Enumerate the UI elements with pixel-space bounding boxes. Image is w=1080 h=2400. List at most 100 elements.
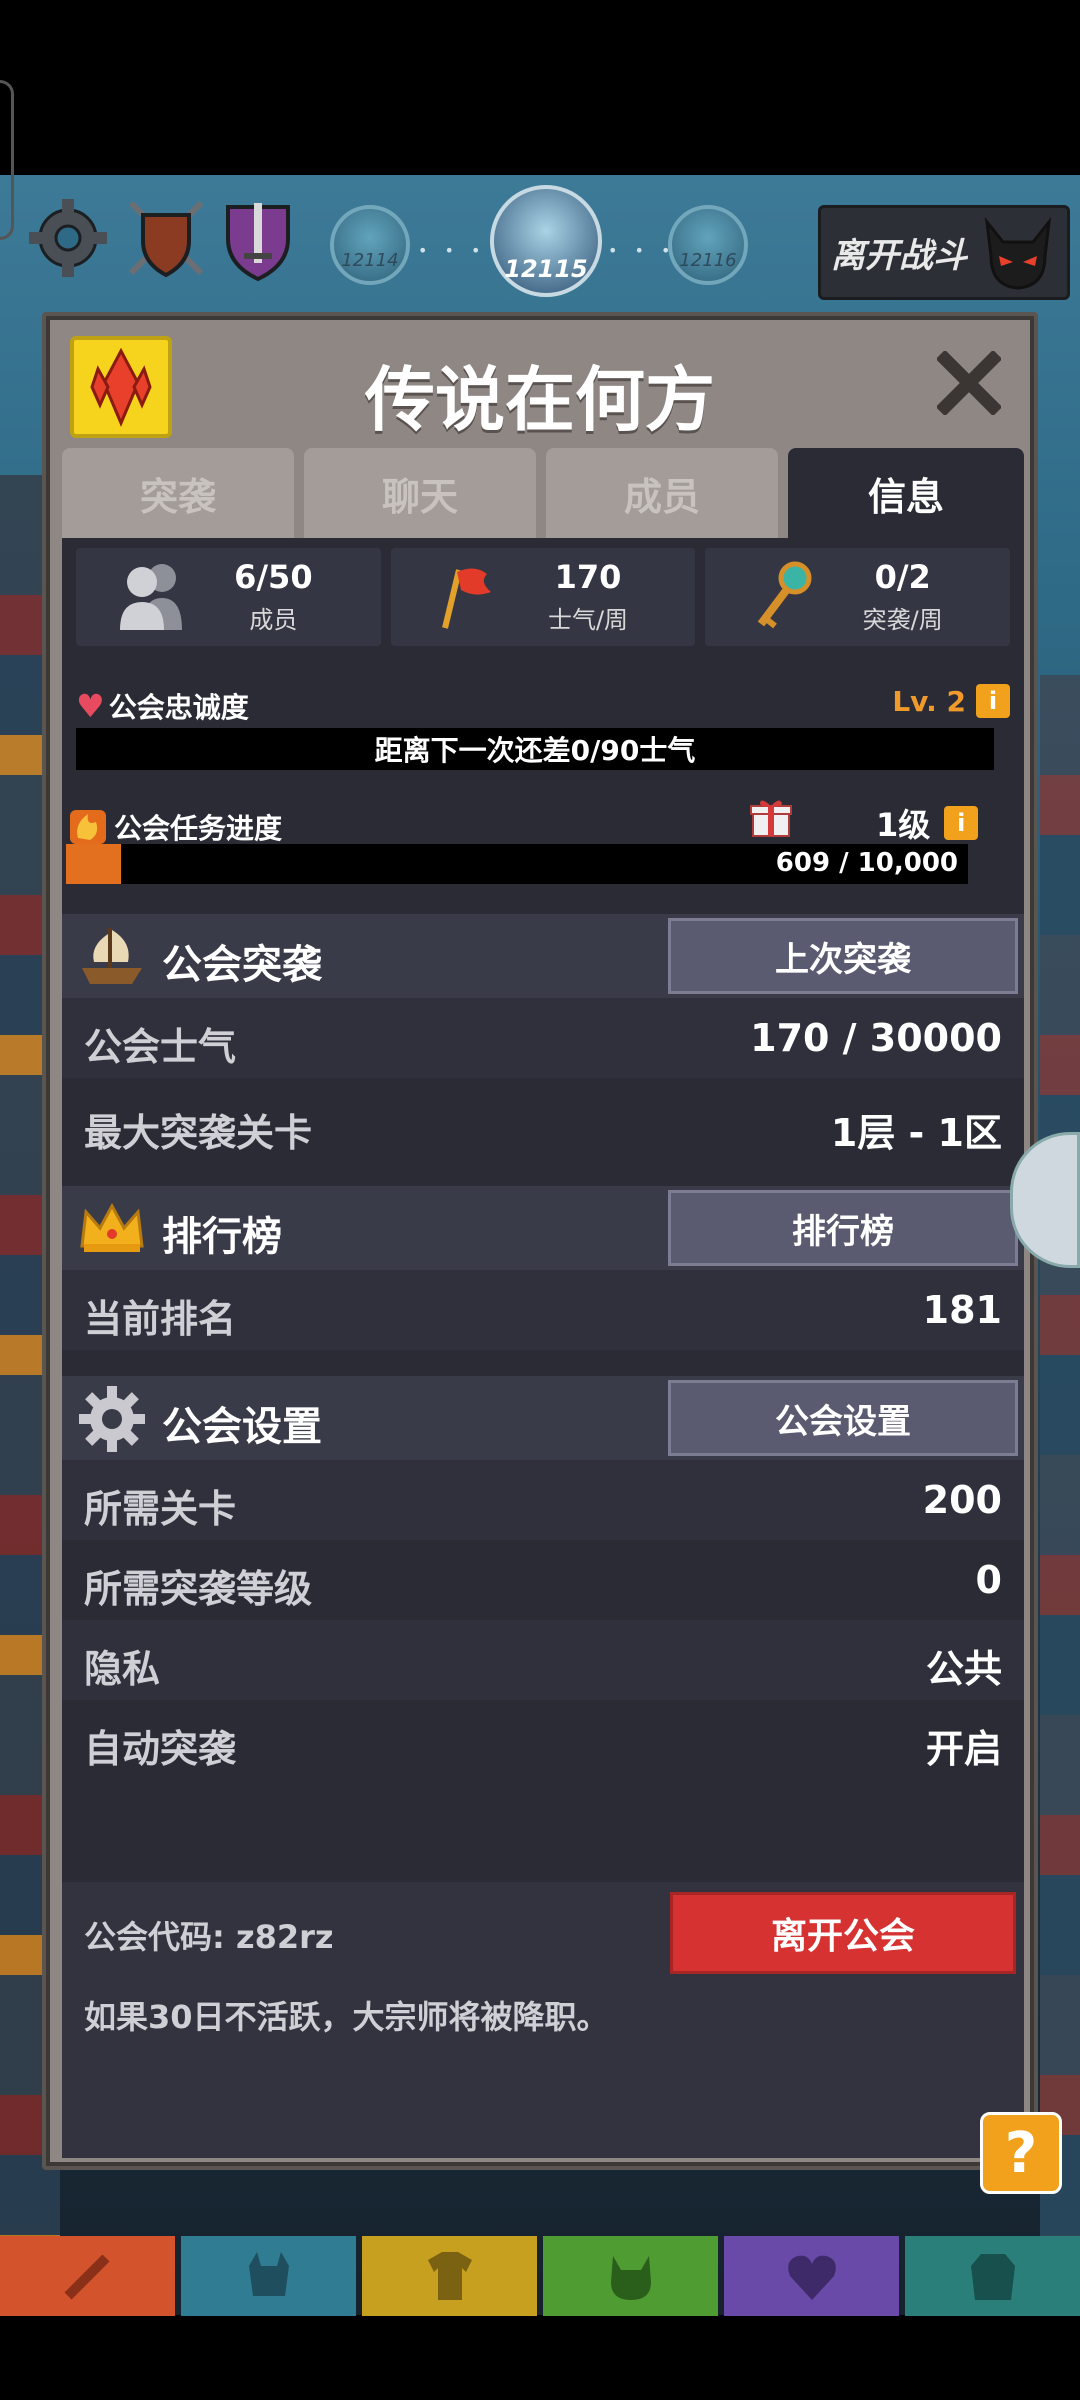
level-node-current[interactable]: 12115: [490, 185, 602, 297]
heart-icon: ♥: [76, 687, 105, 725]
loyalty-header: ♥ 公会忠诚度: [76, 686, 1010, 726]
task-level-text: 1级: [876, 806, 931, 844]
stats-row: 6/50 成员 170 士气/周 0/2 突袭/周: [76, 548, 1011, 646]
guild-loyalty: ♥ 公会忠诚度 Lv. 2 i 距离下一次还差0/90士气: [76, 684, 1010, 770]
nav-tab-armor[interactable]: [362, 2236, 537, 2316]
loyalty-level: Lv. 2 i: [892, 684, 1010, 718]
shop-icon: [970, 2254, 1015, 2300]
current-rank-value: 181: [922, 1288, 1002, 1332]
stat-members: 6/50 成员: [76, 548, 381, 646]
settings-section-header: 公会设置 公会设置: [62, 1376, 1024, 1460]
required-stage-label: 所需关卡: [84, 1487, 237, 1531]
loyalty-level-text: Lv. 2: [892, 684, 966, 718]
required-stage-row: 所需关卡 200: [62, 1460, 1024, 1540]
last-raid-button[interactable]: 上次突袭: [668, 918, 1018, 994]
current-rank-label: 当前排名: [84, 1297, 237, 1341]
ranking-button[interactable]: 排行榜: [668, 1190, 1018, 1266]
nav-tab-shop[interactable]: [905, 2236, 1080, 2316]
settings-gear-icon[interactable]: [20, 190, 115, 285]
loyalty-info-icon[interactable]: i: [976, 684, 1010, 718]
stat-morale-value: 170: [554, 558, 622, 596]
level-node-previous: 12114: [330, 205, 410, 285]
auto-raid-value: 开启: [925, 1727, 1002, 1771]
leave-battle-label: 离开战斗: [831, 236, 967, 276]
stat-raids: 0/2 突袭/周: [705, 548, 1011, 646]
task-title: 公会任务进度: [114, 812, 283, 845]
stat-morale-label: 士气/周: [547, 606, 629, 634]
sword-shield-icon[interactable]: [210, 190, 305, 285]
crown-icon: [76, 1194, 148, 1264]
nav-tab-weapon[interactable]: [0, 2236, 175, 2316]
guild-shield-icon[interactable]: [118, 190, 213, 285]
game-screen: 12114 • • • 12115 • • • 12116 离开战斗 传说在何方…: [0, 0, 1080, 2400]
task-progress-fill: [66, 844, 121, 884]
settings-gear-icon: [76, 1384, 148, 1454]
required-stage-value: 200: [922, 1478, 1002, 1522]
task-progress-text: 609 / 10,000: [775, 848, 958, 878]
required-raid-level-label: 所需突袭等级: [84, 1567, 313, 1611]
top-hud: 12114 • • • 12115 • • • 12116 离开战斗: [0, 175, 1080, 310]
guild-footer: 公会代码: z82rz 离开公会 如果30日不活跃，大宗师将被降职。: [62, 1882, 1024, 2158]
path-dots-left: • • •: [418, 241, 487, 260]
system-nav-bar: [0, 2316, 1080, 2400]
stat-raids-label: 突袭/周: [862, 606, 943, 634]
heart-shield-icon: [787, 2255, 836, 2300]
path-dots-right: • • •: [608, 241, 677, 260]
nav-tab-pet[interactable]: [543, 2236, 718, 2316]
sword-icon: [63, 2254, 110, 2300]
task-progress-bar: 609 / 10,000: [66, 844, 968, 884]
inactivity-note: 如果30日不活跃，大宗师将被降职。: [84, 1998, 609, 2036]
morale-label: 公会士气: [84, 1025, 237, 1069]
devil-face-icon: [979, 216, 1057, 294]
info-content: 6/50 成员 170 士气/周 0/2 突袭/周 ♥ 公会忠诚度 Lv. 2 …: [62, 538, 1024, 2158]
guild-task-progress: 公会任务进度 1级 i 609 / 10,000: [66, 800, 1006, 884]
loyalty-title: 公会忠诚度: [108, 691, 249, 724]
stat-members-label: 成员: [249, 606, 298, 634]
tab-info[interactable]: 信息: [788, 448, 1024, 538]
stat-morale: 170 士气/周: [390, 548, 696, 646]
ship-icon: [76, 922, 148, 992]
task-level: 1级 i: [876, 800, 979, 846]
loyalty-progress-bar: 距离下一次还差0/90士气: [76, 728, 994, 770]
close-button[interactable]: [934, 348, 1004, 418]
required-raid-level-value: 0: [975, 1558, 1002, 1602]
stat-members-value: 6/50: [234, 558, 313, 596]
modal-title: 传说在何方: [365, 359, 715, 441]
privacy-label: 隐私: [84, 1647, 161, 1691]
guild-info-modal: 传说在何方 突袭 聊天 成员 信息 6/50 成员 170 士气/周 0/2 突…: [42, 312, 1038, 2170]
required-raid-level-row: 所需突袭等级 0: [62, 1540, 1024, 1620]
gift-icon[interactable]: [748, 794, 794, 840]
ranking-section-header: 排行榜 排行榜: [62, 1186, 1024, 1270]
stat-raids-value: 0/2: [874, 558, 931, 596]
modal-header: 传说在何方: [46, 316, 1034, 446]
background-right-decor: [1040, 675, 1080, 2275]
morale-row: 公会士气 170 / 30000: [62, 998, 1024, 1078]
leave-battle-button[interactable]: 离开战斗: [818, 205, 1070, 300]
nav-tab-heart[interactable]: [724, 2236, 899, 2316]
close-icon: [937, 351, 1001, 415]
tab-chat[interactable]: 聊天: [304, 448, 536, 538]
max-stage-value: 1层 - 1区: [830, 1111, 1002, 1155]
guild-code[interactable]: 公会代码: z82rz: [84, 1912, 334, 1958]
armor-icon: [427, 2252, 472, 2300]
nav-tab-helmet[interactable]: [181, 2236, 356, 2316]
bottom-navigation: [0, 2236, 1080, 2316]
modal-tabs: 突袭 聊天 成员 信息: [62, 448, 1024, 538]
raid-title: 公会突袭: [162, 942, 322, 988]
guild-settings-button[interactable]: 公会设置: [668, 1380, 1018, 1456]
help-button[interactable]: ?: [980, 2112, 1062, 2194]
raid-section-header: 公会突袭 上次突袭: [62, 914, 1024, 998]
level-node-next: 12116: [668, 205, 748, 285]
leave-guild-button[interactable]: 离开公会: [670, 1892, 1016, 1974]
auto-raid-row: 自动突袭 开启: [62, 1700, 1024, 1780]
privacy-row: 隐私 公共: [62, 1620, 1024, 1700]
morale-value: 170 / 30000: [750, 1016, 1002, 1060]
settings-title: 公会设置: [162, 1404, 322, 1450]
pet-icon: [610, 2256, 651, 2300]
tab-raid[interactable]: 突袭: [62, 448, 294, 538]
auto-raid-label: 自动突袭: [84, 1727, 237, 1771]
tab-members[interactable]: 成员: [546, 448, 778, 538]
task-info-icon[interactable]: i: [944, 806, 979, 840]
max-stage-label: 最大突袭关卡: [84, 1111, 313, 1155]
helmet-icon: [248, 2252, 289, 2296]
